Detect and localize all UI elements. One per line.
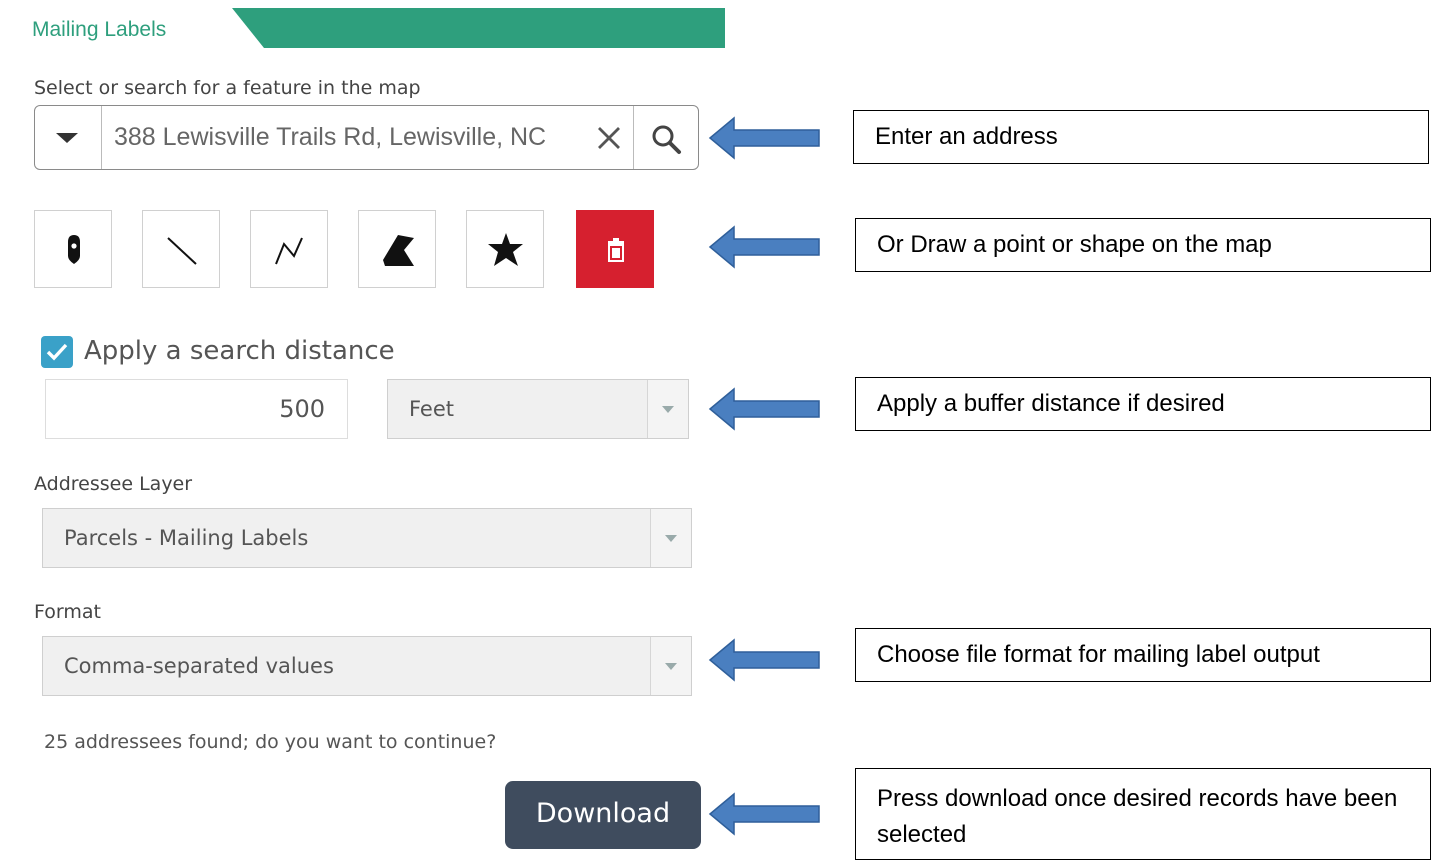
clear-drawings-button[interactable]	[576, 210, 654, 288]
callout-draw: Or Draw a point or shape on the map	[855, 218, 1431, 272]
draw-line-button[interactable]	[142, 210, 220, 288]
draw-polygon-button[interactable]	[358, 210, 436, 288]
caret-down-icon	[56, 133, 78, 143]
addressee-layer-label: Addressee Layer	[34, 473, 193, 495]
format-value: Comma-separated values	[64, 654, 334, 678]
callout-format: Choose file format for mailing label out…	[855, 628, 1431, 682]
close-icon[interactable]	[595, 124, 623, 152]
distance-input[interactable]: 500	[45, 379, 348, 439]
search-source-dropdown[interactable]	[35, 106, 102, 169]
arrow-left-icon	[708, 638, 820, 682]
select-arrow	[650, 637, 691, 695]
draw-freehand-button[interactable]	[466, 210, 544, 288]
trash-icon	[608, 238, 624, 262]
search-prompt-label: Select or search for a feature in the ma…	[34, 77, 421, 99]
arrow-left-icon	[708, 792, 820, 836]
polygon-icon	[383, 235, 414, 266]
download-button[interactable]: Download	[505, 781, 701, 849]
select-arrow	[647, 380, 688, 438]
map-pin-icon	[68, 235, 80, 264]
checkmark-icon	[46, 343, 68, 361]
draw-point-button[interactable]	[34, 210, 112, 288]
distance-unit-value: Feet	[409, 397, 455, 421]
callout-download: Press download once desired records have…	[855, 768, 1431, 860]
chevron-down-icon	[665, 535, 677, 542]
search-icon	[652, 125, 681, 154]
callout-buffer: Apply a buffer distance if desired	[855, 377, 1431, 431]
arrow-left-icon	[708, 387, 820, 431]
arrow-left-icon	[708, 116, 820, 160]
header-accent-bar	[232, 8, 725, 48]
addressee-layer-value: Parcels - Mailing Labels	[64, 526, 309, 550]
chevron-down-icon	[665, 663, 677, 670]
freehand-polygon-icon	[488, 233, 523, 266]
distance-unit-select[interactable]: Feet	[387, 379, 689, 439]
addressee-layer-select[interactable]: Parcels - Mailing Labels	[42, 508, 692, 568]
search-input[interactable]: 388 Lewisville Trails Rd, Lewisville, NC	[101, 106, 633, 169]
addressee-count-message: 25 addressees found; do you want to cont…	[44, 731, 497, 753]
select-arrow	[650, 509, 691, 567]
arrow-left-icon	[708, 225, 820, 269]
search-distance-checkbox[interactable]	[41, 336, 73, 368]
callout-address: Enter an address	[853, 110, 1429, 164]
widget-header: Mailing Labels	[20, 8, 725, 48]
format-select[interactable]: Comma-separated values	[42, 636, 692, 696]
search-distance-label: Apply a search distance	[84, 336, 395, 366]
search-box: 388 Lewisville Trails Rd, Lewisville, NC	[34, 105, 699, 170]
draw-polyline-button[interactable]	[250, 210, 328, 288]
line-icon	[167, 237, 197, 265]
polyline-icon	[275, 237, 303, 265]
widget-title: Mailing Labels	[32, 18, 167, 41]
format-label: Format	[34, 601, 101, 623]
chevron-down-icon	[662, 406, 674, 413]
search-button[interactable]	[633, 106, 698, 169]
